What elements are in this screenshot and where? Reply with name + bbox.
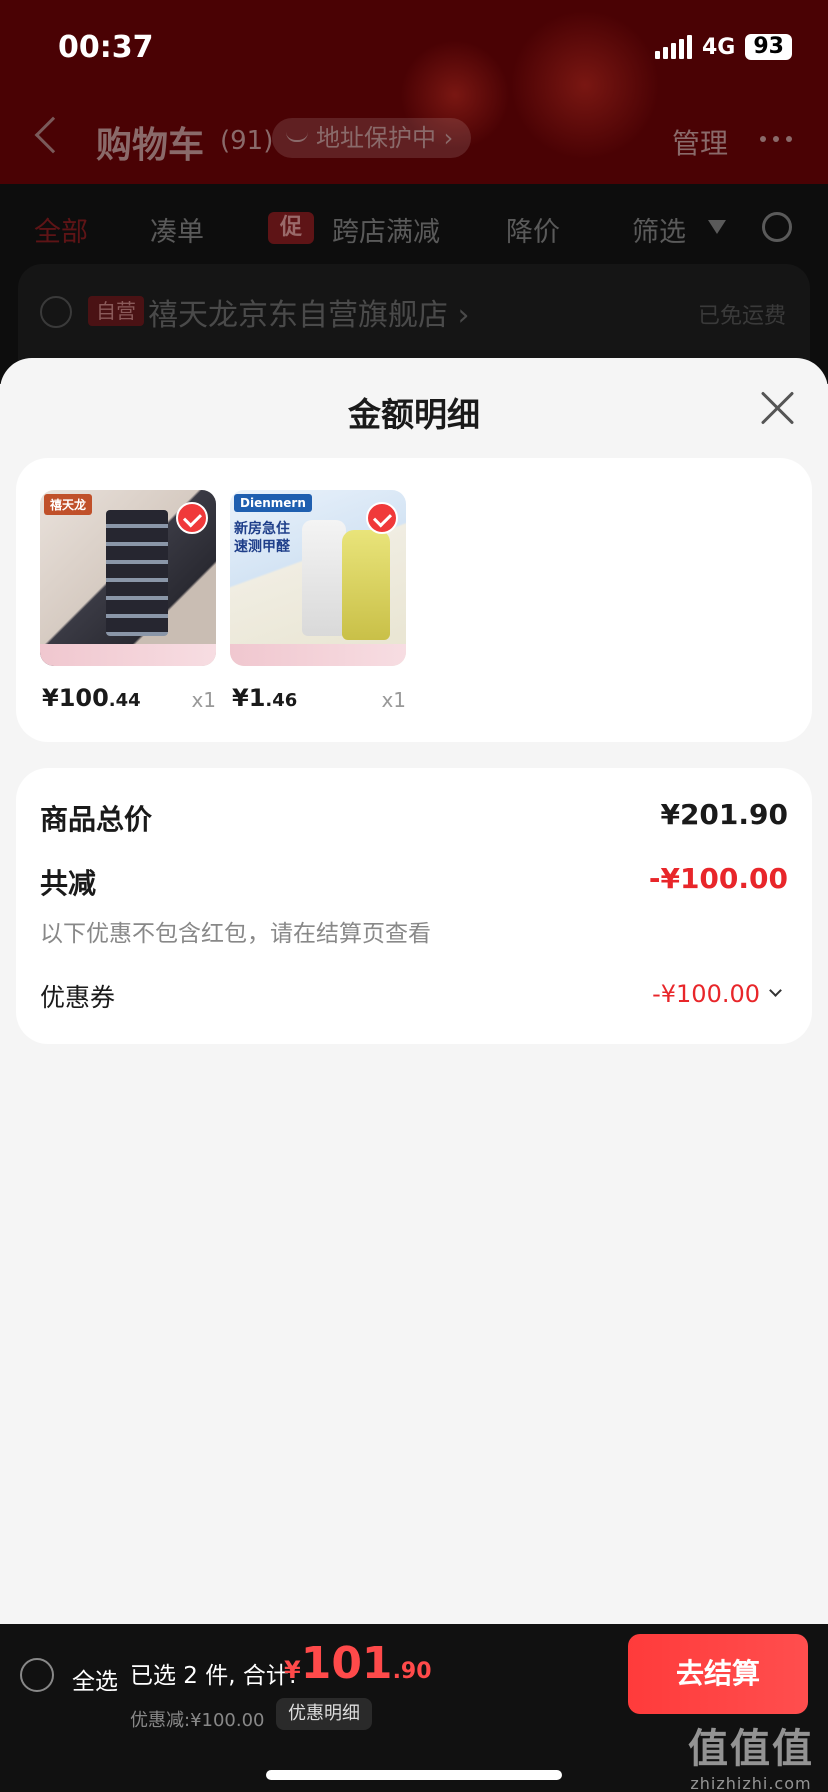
- discount-detail-button[interactable]: 优惠明细: [276, 1698, 372, 1730]
- address-protection-pill[interactable]: 地址保护中 ›: [272, 118, 472, 158]
- page-title: 购物车: [96, 125, 205, 166]
- checkout-bar: 全选 已选 2 件, 合计: ¥101.90 优惠减:¥100.00 优惠明细 …: [0, 1624, 828, 1792]
- address-pill-label: 地址保护中 ›: [316, 124, 454, 152]
- checkout-button[interactable]: 去结算: [628, 1634, 808, 1714]
- promo-stripe: [40, 644, 216, 666]
- summary-card: 商品总价 ¥201.90 共减 -¥100.00 以下优惠不包含红包，请在结算页…: [16, 768, 812, 1044]
- promo-stripe: [230, 644, 406, 666]
- product-item[interactable]: 禧天龙 ¥100.44 x1: [40, 490, 216, 722]
- filter-tabs: 全部 凑单 促 跨店满减 降价 筛选: [0, 206, 828, 252]
- bottle-graphic: [342, 530, 390, 640]
- product-qty: x1: [381, 688, 406, 712]
- chevron-down-icon[interactable]: [769, 984, 782, 997]
- product-image: Dienmern 新房急住 速测甲醛: [230, 490, 406, 666]
- product-brand: 禧天龙: [44, 494, 93, 515]
- store-select-radio[interactable]: [40, 296, 72, 328]
- product-item[interactable]: Dienmern 新房急住 速测甲醛 ¥1.46 x1: [230, 490, 406, 722]
- total-price: ¥101.90: [284, 1638, 432, 1689]
- sheet-title: 金额明细: [348, 395, 480, 434]
- bottle-graphic: [302, 520, 346, 636]
- watermark-url: zhizhizhi.com: [690, 1774, 812, 1792]
- selected-summary: 已选 2 件, 合计:: [130, 1663, 297, 1689]
- product-price: ¥1.46: [232, 684, 298, 712]
- tab-all[interactable]: 全部: [34, 210, 88, 249]
- drawer-graphic: [106, 510, 168, 636]
- home-indicator: [266, 1770, 562, 1780]
- watermark: 值值值 zhizhizhi.com: [676, 1716, 826, 1792]
- signal-icon: [655, 35, 692, 59]
- products-card: 禧天龙 ¥100.44 x1 Dienmern 新房急住 速测甲醛 ¥1.46 …: [16, 458, 812, 742]
- more-icon[interactable]: [760, 136, 792, 142]
- select-all-radio[interactable]: [20, 1658, 54, 1692]
- product-tagline: 新房急住 速测甲醛: [234, 521, 290, 555]
- coupon-label: 优惠券: [40, 983, 116, 1012]
- back-icon[interactable]: [34, 116, 72, 154]
- coupon-value[interactable]: -¥100.00: [652, 980, 760, 1008]
- close-icon[interactable]: [758, 388, 798, 428]
- total-value: ¥201.90: [660, 798, 788, 831]
- amount-detail-sheet: 金额明细 禧天龙 ¥100.44 x1 Dienmern 新房急住 速测甲醛 ¥…: [0, 358, 828, 1624]
- cart-header: 00:37 4G 93 购物车 (91) 地址保护中 › 管理: [0, 0, 828, 184]
- filter-icon[interactable]: [708, 220, 726, 234]
- check-icon[interactable]: [366, 502, 398, 534]
- shipping-status: 已免运费: [697, 304, 786, 329]
- product-price: ¥100.44: [42, 684, 141, 712]
- price-row: ¥1.46 x1: [230, 682, 406, 722]
- tab-cross-store[interactable]: 跨店满减: [332, 210, 440, 249]
- cart-body: 全部 凑单 促 跨店满减 降价 筛选 自营 禧天龙京东自营旗舰店 › 已免运费: [0, 184, 828, 384]
- tab-bundle[interactable]: 凑单: [150, 210, 204, 249]
- discount-value: -¥100.00: [648, 862, 788, 895]
- discount-note: 以下优惠不包含红包，请在结算页查看: [40, 921, 431, 947]
- eye-closed-icon: [286, 132, 308, 142]
- manage-button[interactable]: 管理: [672, 122, 728, 162]
- battery-icon: 93: [745, 34, 792, 60]
- self-operated-badge: 自营: [88, 296, 144, 326]
- discount-line: 优惠减:¥100.00: [130, 1710, 265, 1731]
- status-icons: 4G 93: [655, 34, 792, 60]
- tab-filter[interactable]: 筛选: [632, 210, 686, 249]
- network-label: 4G: [702, 34, 736, 60]
- watermark-logo: 值值值: [688, 1726, 814, 1772]
- check-icon[interactable]: [176, 502, 208, 534]
- product-image: 禧天龙: [40, 490, 216, 666]
- product-brand: Dienmern: [234, 494, 312, 512]
- price-row: ¥100.44 x1: [40, 682, 216, 722]
- status-time: 00:37: [58, 30, 154, 65]
- product-qty: x1: [191, 688, 216, 712]
- search-icon[interactable]: [762, 212, 792, 242]
- discount-label: 共减: [40, 867, 97, 900]
- nav-bar: 购物车 (91) 地址保护中 › 管理: [0, 112, 828, 168]
- store-name[interactable]: 禧天龙京东自营旗舰店 ›: [148, 290, 470, 334]
- total-label: 商品总价: [40, 803, 153, 836]
- select-all-label[interactable]: 全选: [72, 1662, 118, 1696]
- tab-price-drop[interactable]: 降价: [506, 210, 560, 249]
- cart-count: (91): [220, 126, 274, 156]
- promo-badge: 促: [268, 212, 314, 244]
